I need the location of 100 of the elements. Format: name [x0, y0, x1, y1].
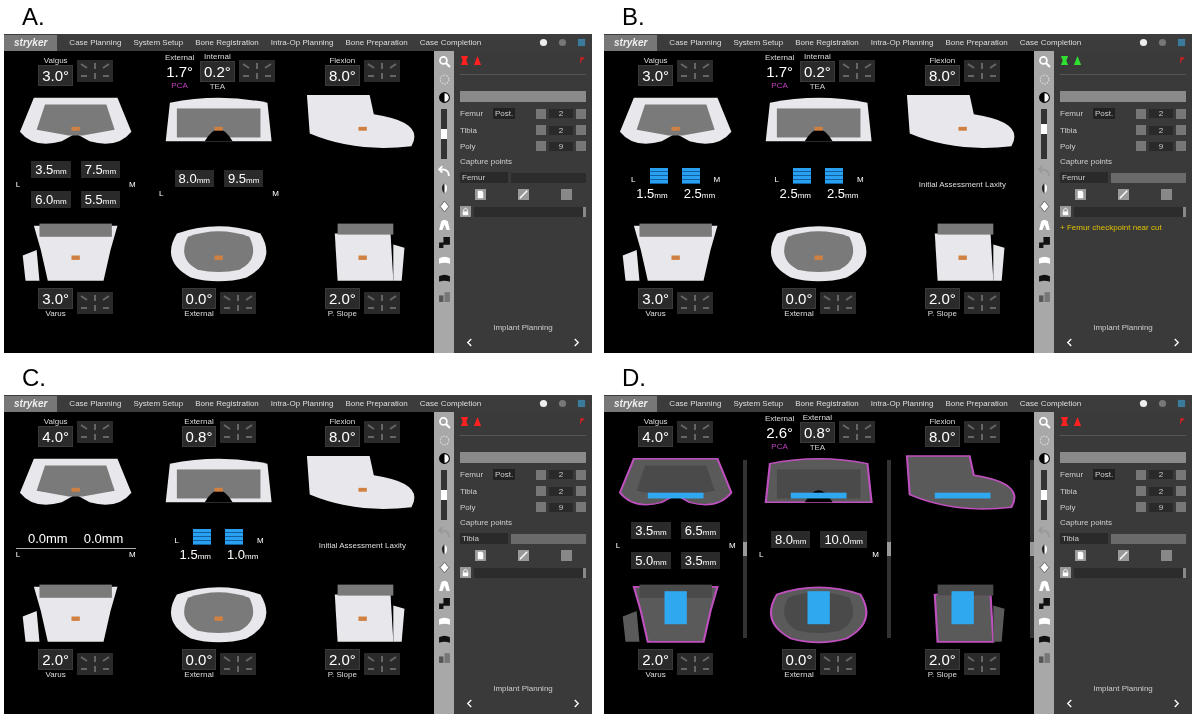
arrow-pad-icon[interactable] [363, 292, 400, 314]
arrow-pad-icon[interactable] [220, 292, 257, 314]
menu-item[interactable]: Case Planning [669, 38, 722, 47]
slider-thumb[interactable] [1041, 490, 1047, 500]
pen-icon[interactable] [1117, 189, 1129, 200]
scrollbar[interactable] [1030, 460, 1034, 638]
arrow-pad-icon[interactable] [77, 653, 114, 675]
menu-item[interactable]: System Setup [133, 38, 184, 47]
option-select[interactable]: Post. [493, 469, 516, 480]
menu-item[interactable]: Bone Preparation [945, 399, 1008, 408]
lock-icon[interactable] [460, 567, 471, 578]
previous-icon[interactable] [1066, 338, 1073, 347]
lock-icon[interactable] [460, 206, 471, 217]
arrow-pad-icon[interactable] [238, 60, 275, 82]
bone-view-icon[interactable] [1037, 272, 1051, 285]
lock-icon[interactable] [1060, 206, 1071, 217]
contrast-icon[interactable] [437, 452, 451, 465]
search-icon[interactable] [1037, 416, 1051, 429]
window-icon[interactable] [577, 38, 586, 47]
point-field[interactable] [1074, 206, 1186, 217]
plus-button[interactable] [576, 108, 586, 119]
previous-icon[interactable] [466, 338, 473, 347]
menu-item[interactable]: Bone Registration [795, 399, 859, 408]
menu-item[interactable]: Case Planning [69, 399, 122, 408]
capture-button[interactable] [1111, 533, 1186, 544]
plus-button[interactable] [1176, 108, 1186, 119]
slider-thumb[interactable] [441, 129, 447, 139]
arrow-pad-icon[interactable] [363, 60, 400, 82]
implant-icon[interactable] [1073, 416, 1082, 427]
menu-item[interactable]: Bone Registration [195, 38, 259, 47]
point-field[interactable] [474, 567, 586, 578]
arrow-pad-icon[interactable] [677, 60, 714, 82]
slider-thumb[interactable] [1041, 124, 1047, 134]
arrow-pad-icon[interactable] [838, 60, 875, 82]
next-icon[interactable] [573, 338, 580, 347]
pen-icon[interactable] [517, 189, 529, 200]
square-icon[interactable] [560, 550, 572, 561]
arrow-pad-icon[interactable] [963, 421, 1000, 443]
layout-icon[interactable] [437, 290, 451, 303]
scrollbar[interactable] [743, 460, 748, 638]
arrow-pad-icon[interactable] [77, 421, 114, 443]
implant-icon[interactable] [460, 56, 469, 65]
menu-item[interactable]: Intra-Op Planning [270, 38, 334, 47]
plus-button[interactable] [576, 469, 586, 480]
file-icon[interactable] [474, 550, 486, 561]
layout-icon[interactable] [437, 651, 451, 664]
menu-item[interactable]: Case Completion [419, 38, 482, 47]
arrow-pad-icon[interactable] [677, 421, 714, 443]
next-icon[interactable] [1173, 338, 1180, 347]
menu-item[interactable]: System Setup [733, 399, 784, 408]
arrow-pad-icon[interactable] [363, 421, 400, 443]
file-icon[interactable] [1074, 189, 1086, 200]
minus-button[interactable] [1136, 108, 1146, 119]
zoom-slider[interactable] [441, 109, 447, 159]
pin-icon[interactable] [1177, 55, 1186, 66]
menu-item[interactable]: System Setup [133, 399, 184, 408]
minus-button[interactable] [536, 108, 546, 119]
bone-view-icon[interactable] [437, 236, 451, 249]
menu-item[interactable]: Bone Preparation [945, 38, 1008, 47]
capture-button[interactable] [511, 533, 586, 544]
option-select[interactable]: Post. [1093, 469, 1116, 480]
square-icon[interactable] [1160, 189, 1172, 200]
menu-item[interactable]: Bone Preparation [345, 38, 408, 47]
contrast-icon[interactable] [1037, 91, 1051, 104]
settings-icon[interactable] [539, 399, 548, 408]
implant-icon[interactable] [1060, 56, 1069, 65]
point-field[interactable] [474, 206, 586, 217]
arrow-pad-icon[interactable] [363, 653, 400, 675]
slider-thumb[interactable] [441, 490, 447, 500]
implant-icon[interactable] [1060, 417, 1069, 426]
arrow-pad-icon[interactable] [963, 292, 1000, 314]
implant-icon[interactable] [473, 55, 482, 66]
search-icon[interactable] [437, 55, 451, 68]
menu-item[interactable]: Bone Registration [795, 38, 859, 47]
menu-item[interactable]: Case Planning [669, 399, 722, 408]
arrow-pad-icon[interactable] [963, 653, 1000, 675]
help-icon[interactable] [1158, 38, 1167, 47]
menu-item[interactable]: Case Completion [419, 399, 482, 408]
help-icon[interactable] [1158, 399, 1167, 408]
next-icon[interactable] [1173, 699, 1180, 708]
window-icon[interactable] [1177, 399, 1186, 408]
implant-icon[interactable] [460, 417, 469, 426]
menu-item[interactable]: Intra-Op Planning [870, 399, 934, 408]
menu-item[interactable]: Case Planning [69, 38, 122, 47]
square-icon[interactable] [560, 189, 572, 200]
settings-icon[interactable] [539, 38, 548, 47]
menu-item[interactable]: Bone Registration [195, 399, 259, 408]
implant-icon[interactable] [473, 416, 482, 427]
pin-icon[interactable] [577, 416, 586, 427]
help-icon[interactable] [558, 38, 567, 47]
capture-select[interactable]: Femur [460, 172, 508, 183]
arrow-pad-icon[interactable] [77, 292, 114, 314]
zoom-slider[interactable] [1041, 470, 1047, 520]
menu-item[interactable]: Intra-Op Planning [270, 399, 334, 408]
minus-button[interactable] [536, 469, 546, 480]
capture-button[interactable] [1111, 172, 1186, 183]
option-select[interactable]: Post. [1093, 108, 1116, 119]
scrollbar[interactable] [886, 460, 891, 638]
menu-item[interactable]: Case Completion [1019, 399, 1082, 408]
capture-select[interactable]: Tibia [1060, 533, 1108, 544]
